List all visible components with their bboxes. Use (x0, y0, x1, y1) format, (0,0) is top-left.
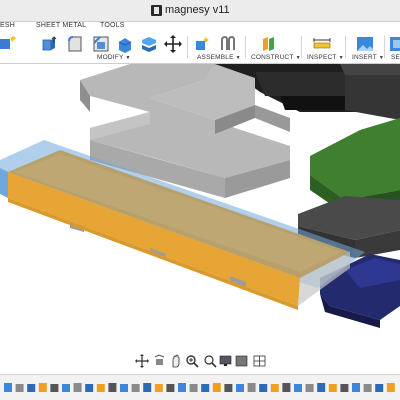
timeline-feature-icon[interactable] (270, 384, 279, 392)
timeline-feature-icon[interactable] (38, 383, 47, 392)
chevron-down-icon: ▼ (235, 55, 241, 61)
timeline-feature-icon[interactable] (259, 384, 268, 392)
tab-tools[interactable]: TOOLS (100, 22, 125, 29)
modify-menu[interactable]: MODIFY ▼ (97, 54, 131, 61)
timeline-feature-icon[interactable] (73, 383, 82, 392)
select-label: SE (391, 54, 400, 61)
timeline-feature-icon[interactable] (4, 383, 12, 392)
modify-label: MODIFY (97, 54, 124, 61)
timeline-feature-icon[interactable] (282, 383, 291, 392)
toolbar-divider (301, 36, 302, 58)
timeline-feature-icon[interactable] (247, 383, 256, 392)
toolbar-divider (245, 36, 246, 58)
offset-plane-icon[interactable] (259, 34, 279, 54)
orbit-icon[interactable] (135, 354, 149, 368)
toolbar: MODIFY ▼ ASSEMBLE ▼ CONSTRUCT ▼ INSPECT ▼ (0, 34, 400, 64)
canvas-viewport[interactable] (0, 64, 400, 350)
timeline-feature-icon[interactable] (212, 383, 221, 392)
timeline-feature-icon[interactable] (143, 383, 152, 392)
sketch-edit-icon[interactable] (0, 34, 18, 54)
timeline-feature-icon[interactable] (317, 383, 326, 392)
timeline-feature-icon[interactable] (189, 384, 198, 392)
timeline-feature-icon[interactable] (166, 384, 175, 392)
timeline-feature-icon (4, 383, 395, 392)
title-bar: magnesy v11 (0, 0, 400, 22)
select-menu[interactable]: SE (391, 54, 400, 61)
timeline-feature-icon[interactable] (96, 384, 105, 392)
fusion-app-window: magnesy v11 ESH SHEET METAL TOOLS MODIFY… (0, 0, 400, 400)
inspect-label: INSPECT (307, 54, 337, 61)
shell-icon[interactable] (115, 34, 135, 54)
timeline-feature-icon[interactable] (224, 384, 233, 392)
toolbar-divider (187, 36, 188, 58)
timeline-feature-icon[interactable] (50, 384, 59, 392)
timeline-feature-icon[interactable] (62, 384, 70, 392)
timeline-features[interactable] (0, 381, 400, 395)
timeline-feature-icon[interactable] (15, 384, 24, 392)
timeline-feature-icon[interactable] (178, 383, 186, 392)
chevron-down-icon: ▼ (338, 55, 344, 61)
timeline-feature-icon[interactable] (85, 384, 94, 392)
timeline-track[interactable] (0, 381, 400, 395)
timeline-feature-icon[interactable] (328, 384, 337, 392)
assemble-label: ASSEMBLE (197, 54, 234, 61)
inspect-menu[interactable]: INSPECT ▼ (307, 54, 344, 61)
timeline-feature-icon[interactable] (108, 383, 117, 392)
timeline-feature-icon[interactable] (340, 384, 349, 392)
timeline (0, 374, 400, 400)
chamfer-icon[interactable] (91, 34, 111, 54)
move-icon[interactable] (163, 34, 183, 54)
timeline-feature-icon[interactable] (386, 383, 395, 392)
construct-label: CONSTRUCT (251, 54, 294, 61)
tab-mesh[interactable]: ESH (0, 22, 15, 29)
model-scene (0, 64, 400, 328)
timeline-feature-icon[interactable] (27, 384, 36, 392)
workspace-tabs: ESH SHEET METAL TOOLS (0, 22, 400, 34)
timeline-feature-icon[interactable] (294, 384, 302, 392)
fit-icon[interactable] (203, 354, 217, 368)
insert-menu[interactable]: INSERT ▼ (352, 54, 384, 61)
select-icon[interactable] (388, 34, 400, 54)
fillet-icon[interactable] (66, 34, 86, 54)
timeline-feature-icon[interactable] (363, 384, 372, 392)
chevron-down-icon: ▼ (125, 55, 131, 61)
timeline-feature-icon[interactable] (154, 384, 163, 392)
timeline-feature-icon[interactable] (201, 384, 210, 392)
insert-image-icon[interactable] (355, 34, 375, 54)
navigation-bar (135, 354, 275, 370)
combine-icon[interactable] (139, 34, 159, 54)
new-component-icon[interactable] (193, 34, 213, 54)
measure-icon[interactable] (312, 34, 332, 54)
document-title: magnesy v11 (165, 4, 230, 16)
timeline-feature-icon[interactable] (131, 384, 140, 392)
press-pull-icon[interactable] (40, 34, 60, 54)
timeline-feature-icon[interactable] (120, 384, 128, 392)
look-at-icon[interactable] (153, 354, 167, 368)
construct-menu[interactable]: CONSTRUCT ▼ (251, 54, 301, 61)
tab-sheet-metal[interactable]: SHEET METAL (36, 22, 86, 29)
timeline-feature-icon[interactable] (236, 384, 244, 392)
toolbar-divider (384, 36, 385, 58)
timeline-feature-icon[interactable] (352, 383, 360, 392)
insert-label: INSERT (352, 54, 377, 61)
display-settings-icon[interactable] (219, 354, 233, 368)
toolbar-divider (345, 36, 346, 58)
timeline-feature-icon[interactable] (305, 384, 314, 392)
visual-style-icon[interactable] (235, 354, 249, 368)
pan-icon[interactable] (169, 354, 183, 368)
joint-icon[interactable] (218, 34, 238, 54)
document-icon (151, 5, 162, 16)
chevron-down-icon: ▼ (295, 55, 301, 61)
zoom-icon[interactable] (185, 354, 199, 368)
grid-icon[interactable] (253, 354, 267, 368)
assemble-menu[interactable]: ASSEMBLE ▼ (197, 54, 241, 61)
timeline-feature-icon[interactable] (375, 384, 384, 392)
